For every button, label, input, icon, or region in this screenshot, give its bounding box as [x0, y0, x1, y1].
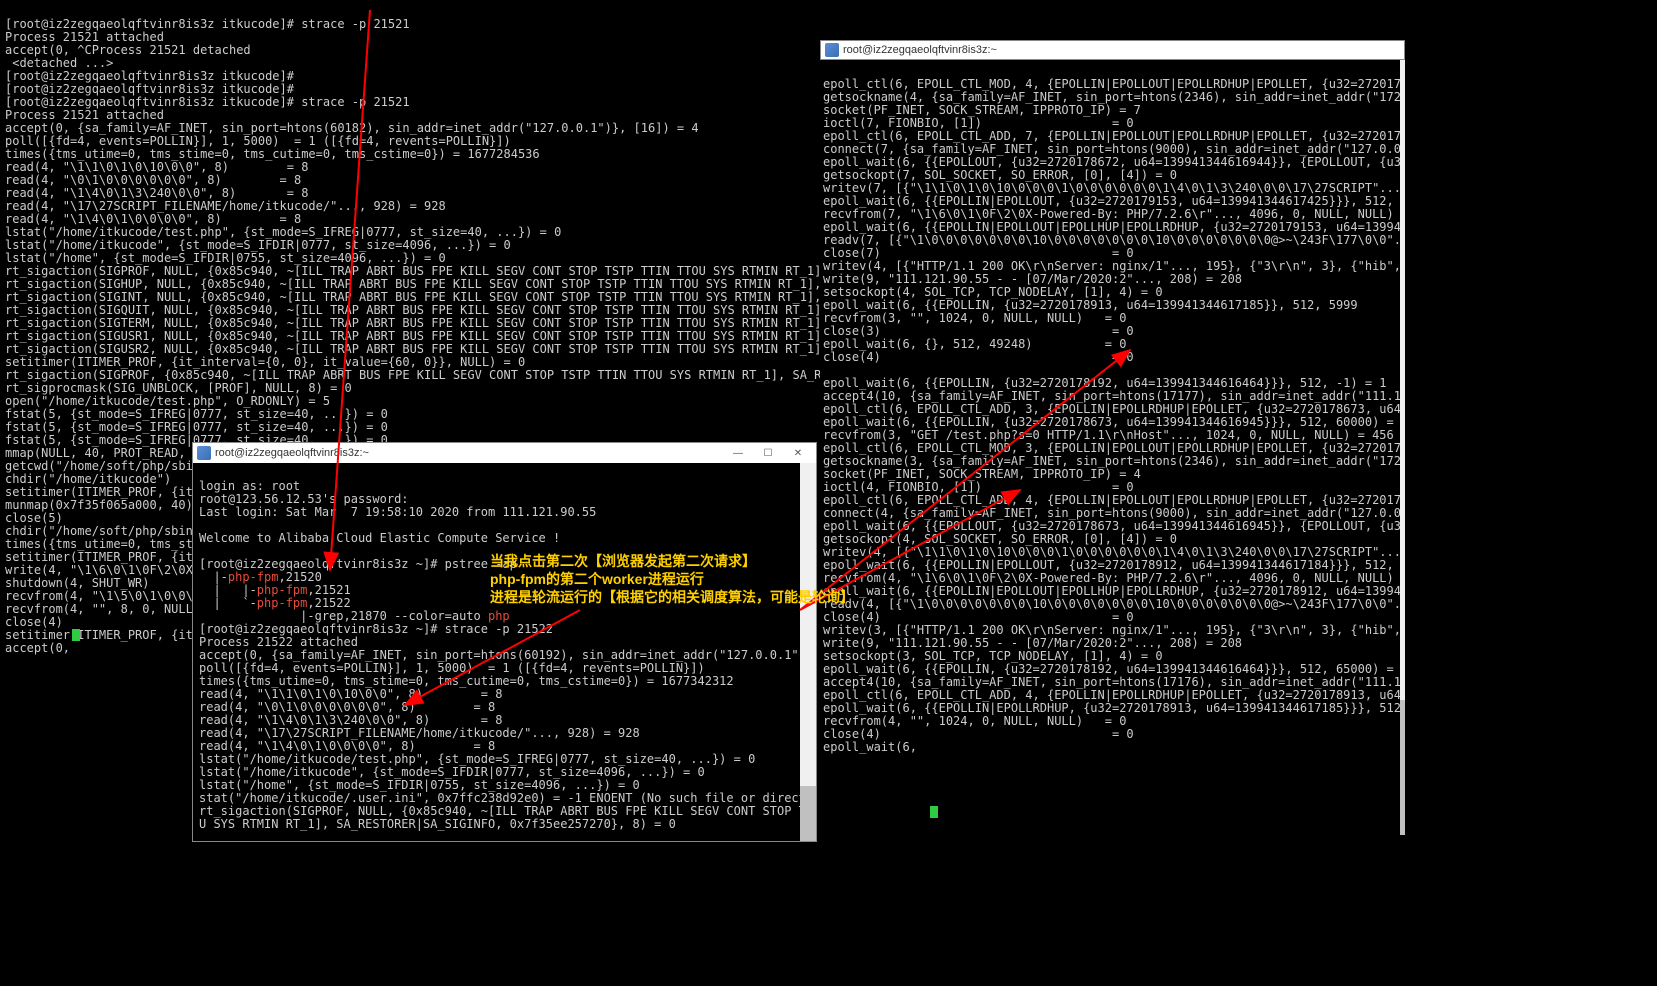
- annotation-line-3: 进程是轮流运行的【根据它的相关调度算法，可能是轮询】: [490, 588, 854, 606]
- annotation-text: 当我点击第二次【浏览器发起第二次请求】 php-fpm的第二个worker进程运…: [490, 552, 854, 606]
- popup-terminal-content: login as: rootroot@123.56.12.53's passwo…: [199, 480, 810, 831]
- right-terminal-titlebar[interactable]: root@iz2zegqaeolqftvinr8is3z:~: [820, 40, 1405, 60]
- popup-title: root@iz2zegqaeolqftvinr8is3z:~: [215, 447, 369, 459]
- popup-terminal-window: root@iz2zegqaeolqftvinr8is3z:~ — ☐ ✕ log…: [192, 442, 817, 842]
- terminal-icon: [197, 446, 211, 460]
- scrollbar-thumb[interactable]: [800, 786, 816, 841]
- scrollbar-thumb[interactable]: [1400, 700, 1405, 835]
- annotation-line-1: 当我点击第二次【浏览器发起第二次请求】: [490, 552, 854, 570]
- popup-scrollbar[interactable]: [800, 463, 816, 841]
- right-terminal[interactable]: epoll_ctl(6, EPOLL_CTL_MOD, 4, {EPOLLIN|…: [820, 60, 1405, 835]
- cursor-icon: [930, 806, 938, 818]
- right-terminal-scrollbar[interactable]: [1400, 60, 1405, 835]
- right-terminal-title: root@iz2zegqaeolqftvinr8is3z:~: [843, 44, 997, 56]
- annotation-line-2: php-fpm的第二个worker进程运行: [490, 570, 854, 588]
- close-button[interactable]: ✕: [784, 445, 812, 461]
- maximize-button[interactable]: ☐: [754, 445, 782, 461]
- popup-terminal[interactable]: login as: rootroot@123.56.12.53's passwo…: [193, 463, 816, 841]
- popup-titlebar[interactable]: root@iz2zegqaeolqftvinr8is3z:~ — ☐ ✕: [193, 443, 816, 463]
- terminal-icon: [825, 43, 839, 57]
- right-terminal-content: epoll_ctl(6, EPOLL_CTL_MOD, 4, {EPOLLIN|…: [823, 78, 1402, 754]
- cursor-icon: [72, 629, 80, 641]
- minimize-button[interactable]: —: [724, 445, 752, 461]
